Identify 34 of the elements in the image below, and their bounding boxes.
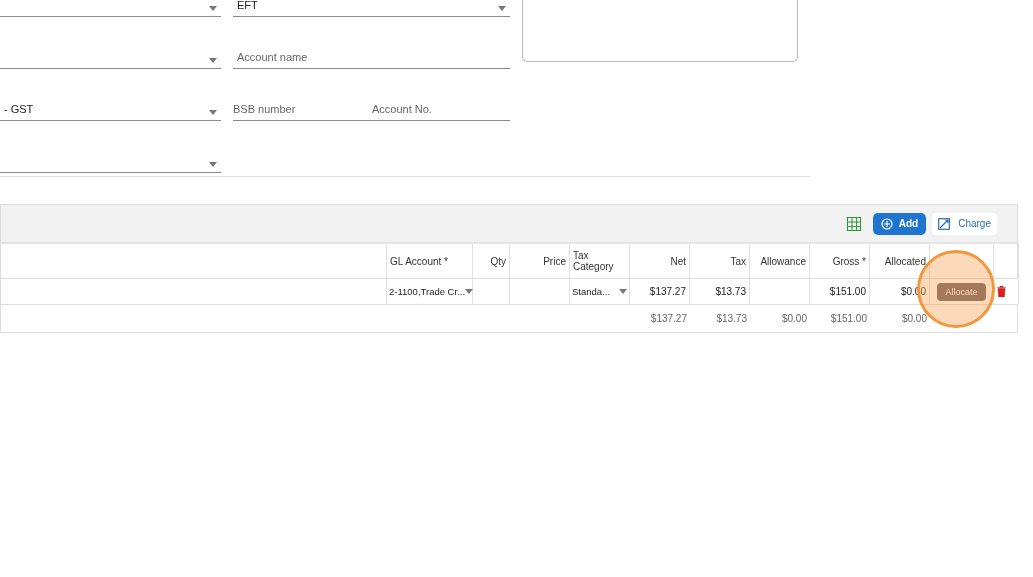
caret-icon [209, 58, 217, 63]
caret-icon [209, 6, 217, 11]
column-header: GL Account * [387, 244, 473, 278]
column-header: Allowance [750, 244, 810, 278]
select-cell[interactable]: 2-1100,Trade Cr... [387, 279, 473, 304]
column-header: Gross * [810, 244, 870, 278]
caret-icon [209, 162, 217, 167]
payment-method-dropdown[interactable]: EFT [233, 0, 510, 17]
account-number-field[interactable]: Account No. [372, 103, 502, 115]
caret-icon [498, 6, 506, 11]
bsb-number-field[interactable]: BSB number [233, 103, 372, 115]
plus-circle-icon [880, 217, 893, 230]
column-header: Net [630, 244, 690, 278]
column-header: Price [510, 244, 570, 278]
table-cell-text: $151.00 [829, 312, 868, 326]
column-header: Allocated [870, 244, 930, 278]
charge-button[interactable]: Charge [932, 212, 997, 235]
edit-square-icon [938, 217, 951, 230]
table-cell-text: $0.00 [780, 312, 808, 326]
table-cell-text: $137.27 [649, 312, 688, 326]
column-header: Tax [690, 244, 750, 278]
dropdown-field[interactable]: - GST [0, 69, 221, 121]
account-name-field[interactable]: Account name [237, 51, 506, 63]
trash-icon[interactable] [997, 286, 1006, 297]
grid-icon[interactable] [846, 216, 861, 231]
column-header: Qty [473, 244, 510, 278]
caret-icon [209, 110, 217, 115]
caret-icon [619, 289, 627, 294]
add-button[interactable]: Add [872, 212, 927, 235]
caret-icon [465, 289, 474, 294]
table-cell-text: $0.00 [900, 312, 928, 326]
select-cell[interactable]: Standa... [570, 279, 630, 304]
table-cell-text: $13.73 [715, 312, 748, 326]
column-header: Tax Category [570, 244, 630, 278]
